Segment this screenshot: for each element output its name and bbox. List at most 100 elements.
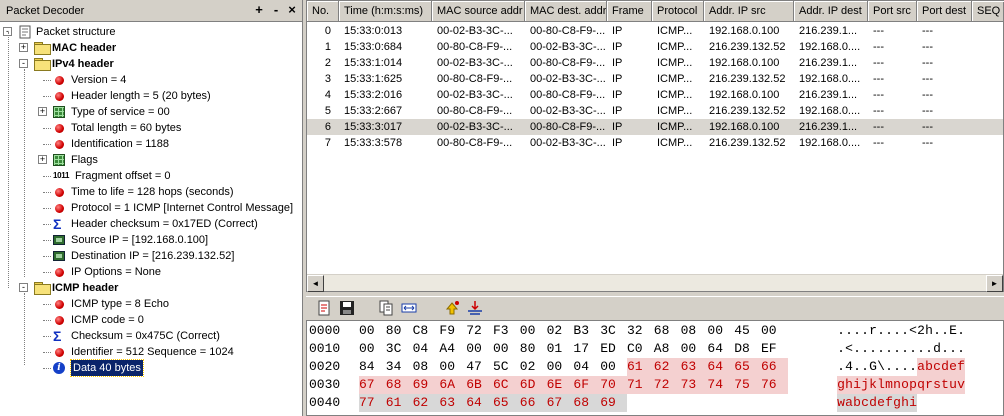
hex-byte[interactable]: B3 [573, 322, 600, 340]
hex-byte[interactable]: F3 [493, 322, 520, 340]
hex-byte[interactable]: 61 [385, 394, 413, 412]
hex-byte[interactable]: 64 [707, 340, 734, 358]
hex-byte[interactable]: 67 [359, 376, 386, 394]
table-row[interactable]: 2 15:33:1:014 00-02-B3-3C-... 00-80-C8-F9-.… [307, 55, 1003, 71]
tree-node[interactable]: Total length = 60 bytes [0, 120, 300, 136]
tree-node[interactable]: ICMP type = 8 Echo [0, 296, 300, 312]
hex-byte[interactable]: 00 [359, 340, 386, 358]
hex-byte[interactable]: 00 [600, 358, 627, 376]
tree-node[interactable]: Identifier = 512 Sequence = 1024 [0, 344, 300, 360]
hex-byte[interactable]: 66 [519, 394, 547, 412]
hex-byte[interactable]: 63 [439, 394, 467, 412]
tree-node[interactable]: - IPv4 header [0, 56, 300, 72]
column-header[interactable]: Time (h:m:s:ms) [339, 1, 432, 22]
hex-byte[interactable]: 66 [761, 358, 788, 376]
hex-byte[interactable]: F9 [439, 322, 466, 340]
table-row[interactable]: 0 15:33:0:013 00-02-B3-3C-... 00-80-C8-F9-.… [307, 23, 1003, 39]
hex-byte[interactable]: 01 [547, 340, 574, 358]
hex-byte[interactable]: 47 [466, 358, 493, 376]
hex-byte[interactable]: ED [600, 340, 627, 358]
hex-byte[interactable]: 77 [359, 394, 386, 412]
tree-node[interactable]: - Packet structure [0, 24, 300, 40]
column-header[interactable]: Addr. IP src [704, 1, 794, 22]
hex-byte[interactable]: 00 [681, 340, 708, 358]
expand-icon[interactable]: + [38, 107, 47, 116]
tree-node[interactable]: Protocol = 1 ICMP [Internet Control Mess… [0, 200, 300, 216]
hex-byte[interactable]: 6F [573, 376, 601, 394]
table-row[interactable]: 3 15:33:1:625 00-80-C8-F9-... 00-02-B3-3C-.… [307, 71, 1003, 87]
hex-byte[interactable]: D8 [734, 340, 761, 358]
hex-byte[interactable]: 74 [707, 376, 735, 394]
column-header[interactable]: Protocol [652, 1, 704, 22]
table-row[interactable]: 4 15:33:2:016 00-02-B3-3C-... 00-80-C8-F9-.… [307, 87, 1003, 103]
hex-byte[interactable]: 76 [761, 376, 788, 394]
hex-byte[interactable]: 00 [761, 322, 788, 340]
column-header[interactable]: No. [307, 1, 339, 22]
hex-byte[interactable]: 65 [734, 358, 762, 376]
hex-byte[interactable]: 00 [439, 358, 466, 376]
collapse-icon[interactable]: - [19, 59, 28, 68]
collapse-all-button[interactable]: - [269, 3, 283, 17]
tree-node[interactable]: IP Options = None [0, 264, 300, 280]
column-header[interactable]: MAC source addr [432, 1, 525, 22]
hex-byte[interactable]: 68 [385, 376, 413, 394]
hex-byte[interactable]: 00 [466, 340, 493, 358]
close-panel-button[interactable]: × [285, 3, 299, 17]
expand-all-button[interactable]: + [252, 3, 266, 17]
hex-byte[interactable]: 68 [654, 322, 681, 340]
tree-node[interactable]: Σ Header checksum = 0x17ED (Correct) [0, 216, 300, 232]
table-row[interactable]: 6 15:33:3:017 00-02-B3-3C-... 00-80-C8-F9-.… [307, 119, 1003, 135]
packet-structure-tree[interactable]: - Packet structure + MAC header - IPv4 header… [0, 22, 302, 416]
hex-byte[interactable]: 32 [627, 322, 654, 340]
tree-node[interactable]: - ICMP header [0, 280, 300, 296]
hex-byte[interactable]: 62 [653, 358, 681, 376]
tree-node[interactable]: ICMP code = 0 [0, 312, 300, 328]
hex-byte[interactable]: 72 [653, 376, 681, 394]
expand-icon[interactable]: + [19, 43, 28, 52]
tree-node[interactable]: Time to life = 128 hops (seconds) [0, 184, 300, 200]
hex-byte[interactable]: 72 [466, 322, 493, 340]
expand-width-icon[interactable] [401, 300, 417, 316]
hex-byte[interactable]: 04 [573, 358, 600, 376]
hex-byte[interactable]: 75 [734, 376, 762, 394]
tree-node[interactable]: Version = 4 [0, 72, 300, 88]
hex-byte[interactable]: 04 [413, 340, 440, 358]
hex-byte[interactable]: 68 [573, 394, 601, 412]
hex-byte[interactable]: 6C [493, 376, 520, 394]
new-document-icon[interactable] [316, 300, 332, 316]
hex-byte[interactable]: 70 [600, 376, 628, 394]
hex-byte[interactable]: 5C [493, 358, 520, 376]
hex-byte[interactable]: C0 [627, 340, 654, 358]
hex-byte[interactable]: 00 [493, 340, 520, 358]
hex-byte[interactable]: A4 [439, 340, 466, 358]
hex-byte[interactable]: 64 [707, 358, 735, 376]
hex-byte[interactable]: 6A [439, 376, 467, 394]
column-header[interactable]: Frame [607, 1, 652, 22]
hex-byte[interactable]: C8 [413, 322, 440, 340]
hex-byte[interactable]: 00 [547, 358, 574, 376]
hex-byte[interactable]: 17 [573, 340, 600, 358]
hex-byte[interactable]: 00 [520, 322, 547, 340]
collapse-icon[interactable]: - [19, 283, 28, 292]
tree-node[interactable]: + MAC header [0, 40, 300, 56]
scroll-left-icon[interactable]: ◄ [307, 275, 324, 292]
hex-byte[interactable]: 08 [681, 322, 708, 340]
tree-node[interactable]: Source IP = [192.168.0.100] [0, 232, 300, 248]
tree-node[interactable]: + Flags [0, 152, 300, 168]
filter-icon[interactable] [467, 300, 483, 316]
hex-byte[interactable]: 00 [707, 322, 734, 340]
hex-byte[interactable]: 71 [627, 376, 654, 394]
hex-byte[interactable]: 69 [600, 394, 628, 412]
horizontal-scrollbar[interactable]: ◄ ► [307, 274, 1003, 292]
hex-byte[interactable]: 80 [520, 340, 547, 358]
tree-node[interactable]: 1011 Fragment offset = 0 [0, 168, 300, 184]
hex-byte[interactable]: 02 [547, 322, 574, 340]
tree-node[interactable]: + Type of service = 00 [0, 104, 300, 120]
hex-byte[interactable]: 45 [734, 322, 761, 340]
save-icon[interactable] [339, 300, 355, 316]
hex-byte[interactable]: A8 [654, 340, 681, 358]
table-row[interactable]: 7 15:33:3:578 00-80-C8-F9-... 00-02-B3-3C-.… [307, 135, 1003, 151]
tree-node[interactable]: Header length = 5 (20 bytes) [0, 88, 300, 104]
expand-icon[interactable]: + [38, 155, 47, 164]
hex-byte[interactable]: 6B [466, 376, 494, 394]
